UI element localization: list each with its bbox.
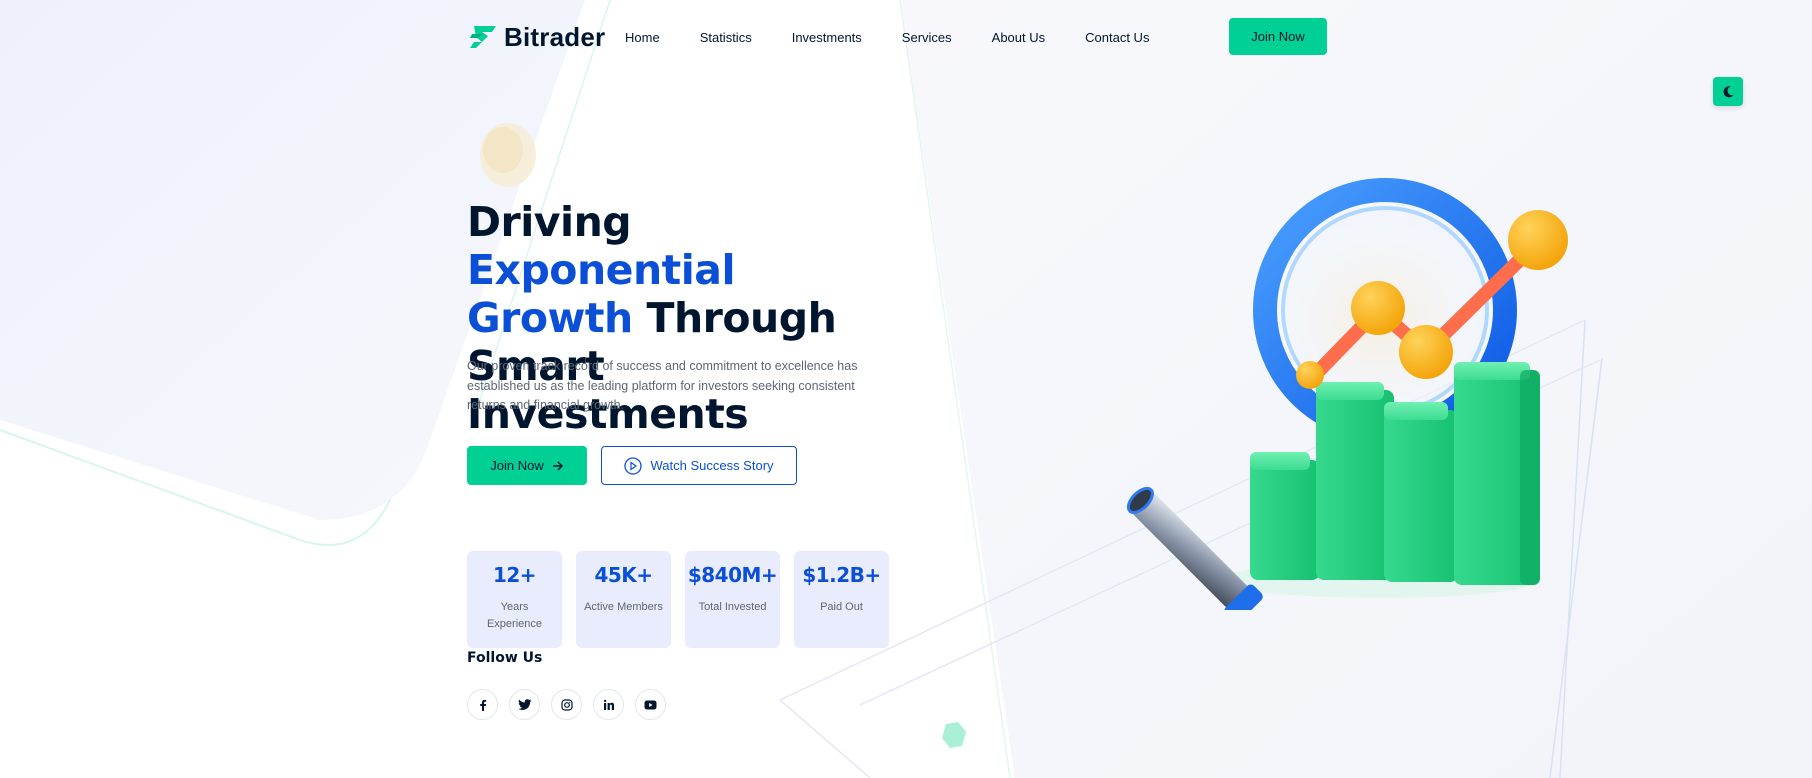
follow-us-title: Follow Us	[467, 650, 543, 666]
nav-investments[interactable]: Investments	[792, 30, 862, 45]
nav-about-us[interactable]: About Us	[992, 30, 1045, 45]
hero-join-button[interactable]: Join Now	[467, 446, 587, 485]
stat-value: 45K+	[594, 563, 653, 587]
arrow-right-icon	[552, 460, 563, 471]
stat-label: Active Members	[584, 601, 663, 613]
nav-home[interactable]: Home	[625, 30, 660, 45]
header-join-button[interactable]: Join Now	[1229, 18, 1327, 55]
play-icon	[624, 456, 643, 475]
stat-label: Paid Out	[820, 601, 863, 613]
site-header: Bitrader Home Statistics Investments Ser…	[468, 18, 1328, 56]
youtube-link[interactable]	[635, 689, 666, 720]
nav-services[interactable]: Services	[902, 30, 952, 45]
logo-icon	[470, 26, 496, 48]
stat-card: $840M+ Total Invested	[685, 551, 780, 648]
instagram-link[interactable]	[551, 689, 582, 720]
stat-card: $1.2B+ Paid Out	[794, 551, 889, 648]
stat-label: Total Invested	[698, 601, 767, 613]
twitter-link[interactable]	[509, 689, 540, 720]
stat-value: $840M+	[687, 563, 778, 587]
facebook-icon	[479, 699, 486, 711]
main-nav: Home Statistics Investments Services Abo…	[625, 30, 1189, 45]
youtube-icon	[644, 700, 657, 709]
instagram-icon	[560, 698, 573, 711]
watch-story-label: Watch Success Story	[650, 458, 774, 473]
growth-illustration	[1126, 178, 1568, 610]
nav-contact-us[interactable]: Contact Us	[1085, 30, 1149, 45]
brand-name: Bitrader	[504, 21, 606, 52]
stat-card: 12+ Years Experience	[467, 551, 562, 648]
stats-row: 12+ Years Experience 45K+ Active Members…	[467, 551, 889, 648]
hero-join-label: Join Now	[490, 458, 544, 473]
stat-value: 12+	[492, 563, 537, 587]
moon-icon	[1723, 85, 1734, 97]
watch-story-button[interactable]: Watch Success Story	[601, 446, 797, 485]
social-links	[467, 689, 666, 720]
facebook-link[interactable]	[467, 689, 498, 720]
stat-card: 45K+ Active Members	[576, 551, 671, 648]
hero-title-part1: Driving	[467, 198, 632, 246]
linkedin-link[interactable]	[593, 689, 624, 720]
linkedin-icon	[603, 699, 614, 710]
hero-description: Our proven track record of success and c…	[467, 359, 858, 412]
stat-value: $1.2B+	[802, 563, 881, 587]
twitter-icon	[517, 698, 531, 710]
nav-statistics[interactable]: Statistics	[700, 30, 752, 45]
theme-toggle-button[interactable]	[1713, 77, 1743, 106]
stat-label: Years Experience	[486, 601, 543, 630]
